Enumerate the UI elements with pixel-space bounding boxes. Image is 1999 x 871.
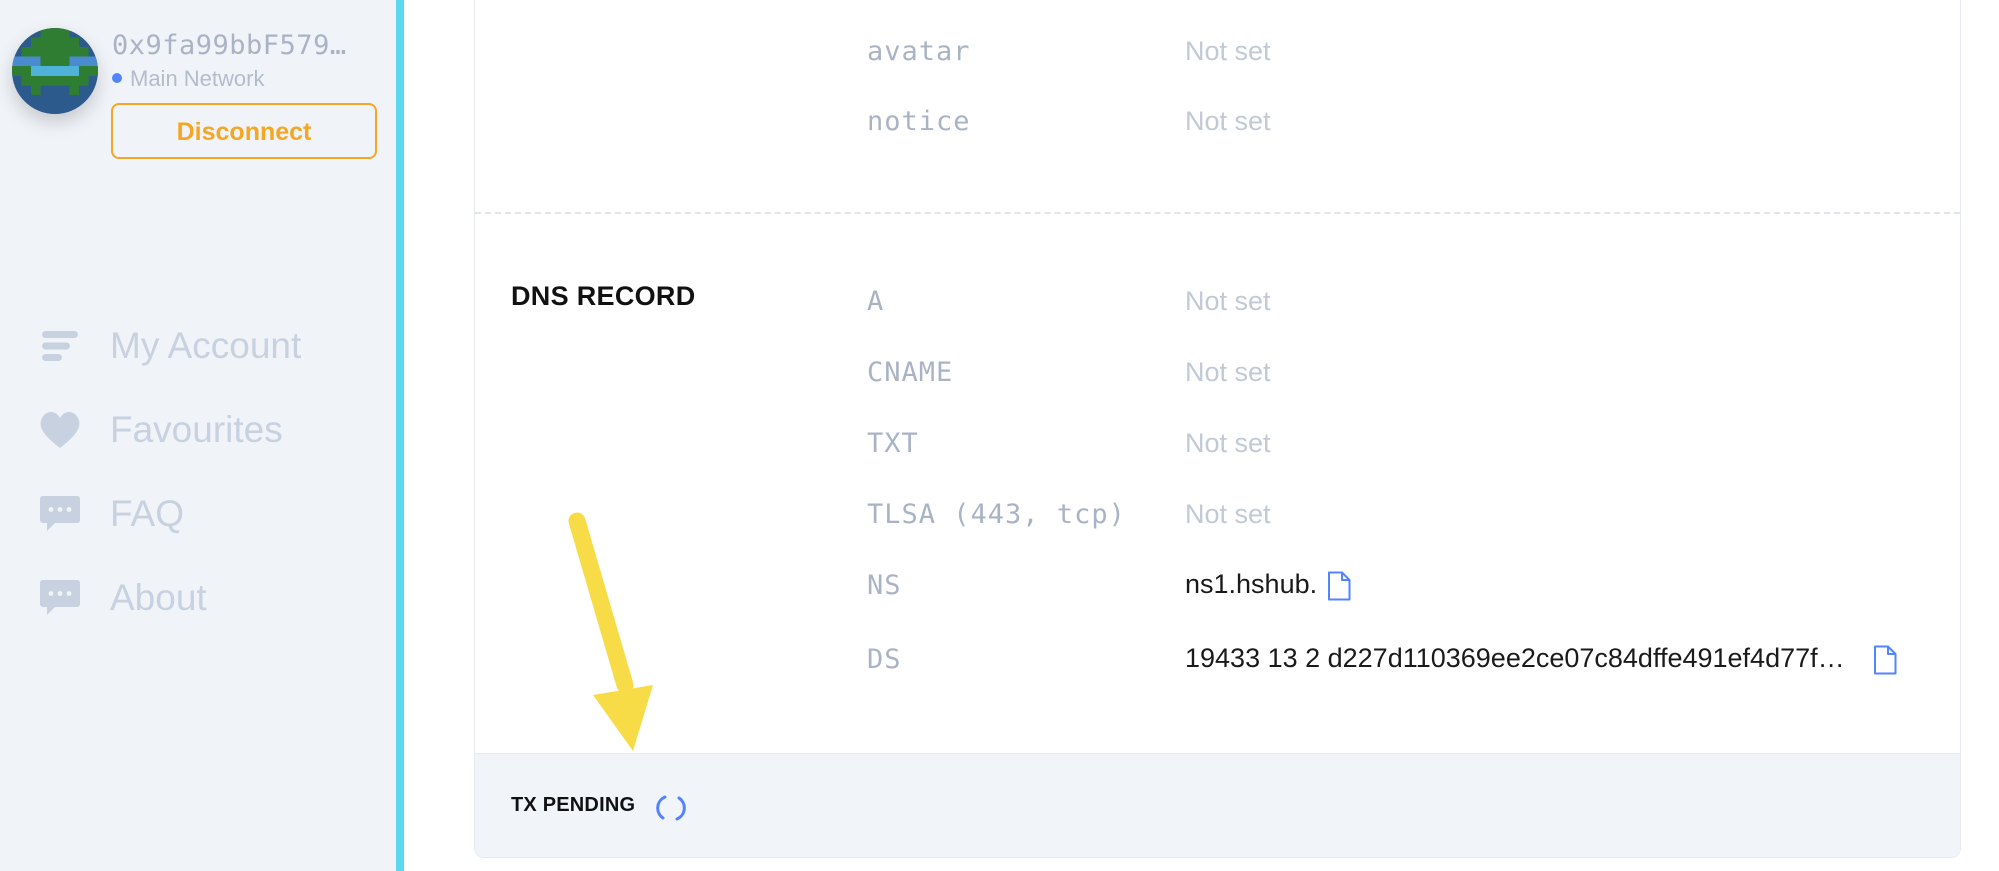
record-value: Not set — [1185, 498, 1271, 529]
record-key: TLSA (443, tcp) — [867, 498, 1126, 530]
identicon-icon — [12, 28, 98, 114]
sidebar-nav: My Account Favourites FAQ About — [38, 304, 301, 640]
dns-row-tlsa: TLSA (443, tcp) Not set — [475, 494, 1960, 534]
dns-row-a: A Not set — [475, 281, 1960, 321]
record-row-avatar: avatar Not set — [475, 31, 1960, 71]
disconnect-button[interactable]: Disconnect — [111, 103, 377, 159]
record-value-ds: 19433 13 2 d227d110369ee2ce07c84dffe491e… — [1185, 643, 1897, 675]
transaction-status-bar: TX PENDING — [475, 753, 1960, 857]
chat-bubble-icon — [38, 492, 82, 536]
record-value: Not set — [1185, 427, 1271, 458]
account-panel: 0x9fa99bbF579… Main Network Disconnect — [12, 28, 392, 168]
record-key: NS — [867, 569, 902, 601]
dns-row-txt: TXT Not set — [475, 423, 1960, 463]
sidebar-item-label: My Account — [110, 325, 302, 366]
sidebar-item-about[interactable]: About — [38, 556, 301, 640]
tx-pending-label: TX PENDING — [511, 794, 636, 816]
sidebar-item-faq[interactable]: FAQ — [38, 472, 301, 556]
domain-details-card: avatar Not set notice Not set DNS RECORD… — [474, 0, 1961, 858]
sidebar: 0x9fa99bbF579… Main Network Disconnect M… — [0, 0, 404, 871]
list-icon — [38, 324, 82, 368]
record-key: TXT — [867, 427, 919, 459]
record-value: Not set — [1185, 35, 1271, 66]
sidebar-item-label: FAQ — [110, 493, 185, 534]
avatar — [12, 28, 98, 114]
section-divider — [475, 212, 1960, 214]
sidebar-item-favourites[interactable]: Favourites — [38, 388, 301, 472]
network-status-dot — [112, 73, 122, 84]
record-key: CNAME — [867, 356, 954, 388]
sidebar-item-label: About — [110, 577, 207, 618]
record-key: A — [867, 285, 885, 317]
sidebar-item-label: Favourites — [110, 409, 283, 450]
dns-row-cname: CNAME Not set — [475, 352, 1960, 392]
dns-row-ns: NS ns1.hshub. — [475, 565, 1960, 605]
heart-icon — [38, 408, 82, 452]
file-icon[interactable] — [1327, 571, 1351, 601]
network-name: Main Network — [130, 66, 265, 91]
record-value-text: ns1.hshub. — [1185, 569, 1318, 600]
record-key: avatar — [867, 35, 971, 67]
record-key: DS — [867, 643, 902, 675]
spinner-icon — [656, 795, 686, 821]
file-icon[interactable] — [1873, 645, 1897, 675]
chat-bubble-icon — [38, 576, 82, 620]
record-row-notice: notice Not set — [475, 101, 1960, 141]
record-value: Not set — [1185, 105, 1271, 136]
wallet-address: 0x9fa99bbF579… — [112, 30, 347, 61]
network-indicator: Main Network — [112, 66, 264, 92]
record-value: Not set — [1185, 285, 1271, 316]
dns-row-ds: DS 19433 13 2 d227d110369ee2ce07c84dffe4… — [475, 639, 1960, 679]
record-key: notice — [867, 105, 971, 137]
record-value-ns: ns1.hshub. — [1185, 569, 1351, 601]
sidebar-item-my-account[interactable]: My Account — [38, 304, 301, 388]
record-value-text: 19433 13 2 d227d110369ee2ce07c84dffe491e… — [1185, 643, 1845, 674]
record-value: Not set — [1185, 356, 1271, 387]
